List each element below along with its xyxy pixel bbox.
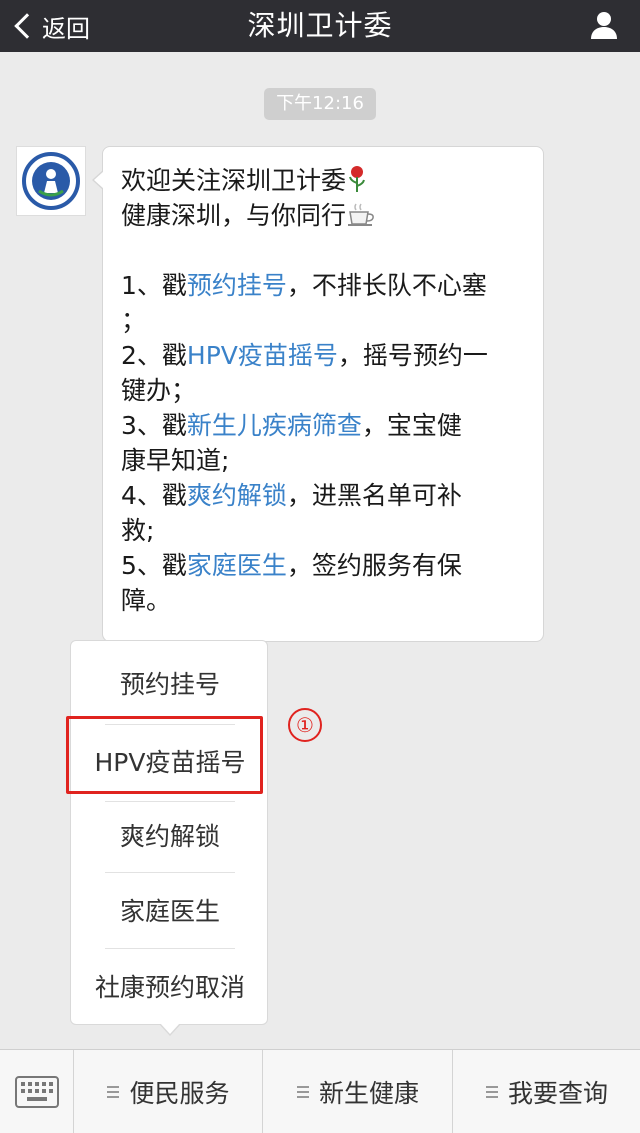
message-item-2-cont: 键办； [121, 376, 197, 405]
bubble-arrow [94, 171, 104, 189]
profile-button[interactable] [586, 8, 622, 44]
menu-lines-icon [107, 1086, 120, 1098]
tab-inquiry[interactable]: 我要查询 [454, 1050, 640, 1133]
logo-icon [22, 152, 80, 210]
welcome-line: 欢迎关注深圳卫计委 [121, 163, 525, 198]
top-nav-bar: 返回 深圳卫计委 [0, 0, 640, 52]
message-item-2: 2、戳HPV疫苗摇号，摇号预约一 [121, 341, 488, 370]
menu-lines-icon [485, 1086, 498, 1098]
back-button[interactable]: 返回 [14, 0, 90, 52]
page-title: 深圳卫计委 [247, 9, 393, 42]
slogan-line: 健康深圳，与你同行 [121, 198, 525, 233]
submenu-divider [105, 872, 235, 873]
submenu-item-family-doctor[interactable]: 家庭医生 [71, 874, 269, 950]
link-newborn-screening[interactable]: 新生儿疾病筛查 [187, 411, 362, 440]
link-appointment-registration[interactable]: 预约挂号 [187, 271, 287, 300]
menu-lines-icon [296, 1086, 309, 1098]
link-missed-appointment-unlock[interactable]: 爽约解锁 [187, 481, 287, 510]
submenu-item-cancel-appointment[interactable]: 社康预约取消 [71, 950, 269, 1026]
submenu-popup: 预约挂号 HPV疫苗摇号 爽约解锁 家庭医生 社康预约取消 [70, 640, 268, 1025]
message-item-1-cont: ； [121, 306, 147, 335]
message-item-1: 1、戳预约挂号，不排长队不心塞 [121, 271, 487, 300]
welcome-message-bubble: 欢迎关注深圳卫计委 健康深圳，与你同行 1、戳预约挂号，不排长队不心塞 ； 2、… [102, 146, 544, 642]
step-marker: ① [288, 708, 322, 742]
account-avatar[interactable] [16, 146, 86, 216]
message-item-4-cont: 救; [121, 516, 155, 545]
tab-convenience-services[interactable]: 便民服务 [75, 1050, 263, 1133]
keyboard-toggle-button[interactable] [0, 1050, 74, 1133]
chevron-left-icon [14, 13, 40, 39]
message-item-3: 3、戳新生儿疾病筛查，宝宝健 [121, 411, 462, 440]
bottom-menu-bar: 便民服务 新生健康 我要查询 [0, 1049, 640, 1133]
message-item-3-cont: 康早知道; [121, 446, 230, 475]
coffee-cup-icon [348, 203, 374, 226]
link-family-doctor[interactable]: 家庭医生 [187, 551, 287, 580]
keyboard-icon [15, 1076, 59, 1108]
message-timestamp: 下午12:16 [264, 88, 376, 120]
link-hpv-vaccine-lottery[interactable]: HPV疫苗摇号 [187, 341, 338, 370]
message-item-5: 5、戳家庭医生，签约服务有保 [121, 551, 462, 580]
submenu-item-unlock[interactable]: 爽约解锁 [71, 799, 269, 875]
highlight-box [66, 716, 263, 794]
submenu-tail [160, 1023, 180, 1034]
submenu-item-appointment[interactable]: 预约挂号 [71, 647, 269, 723]
rose-icon [349, 166, 365, 192]
submenu-divider [105, 948, 235, 949]
back-label: 返回 [42, 14, 90, 43]
person-icon [591, 12, 617, 39]
message-item-4: 4、戳爽约解锁，进黑名单可补 [121, 481, 462, 510]
tab-newborn-health[interactable]: 新生健康 [264, 1050, 453, 1133]
message-item-5-cont: 障。 [121, 586, 172, 615]
